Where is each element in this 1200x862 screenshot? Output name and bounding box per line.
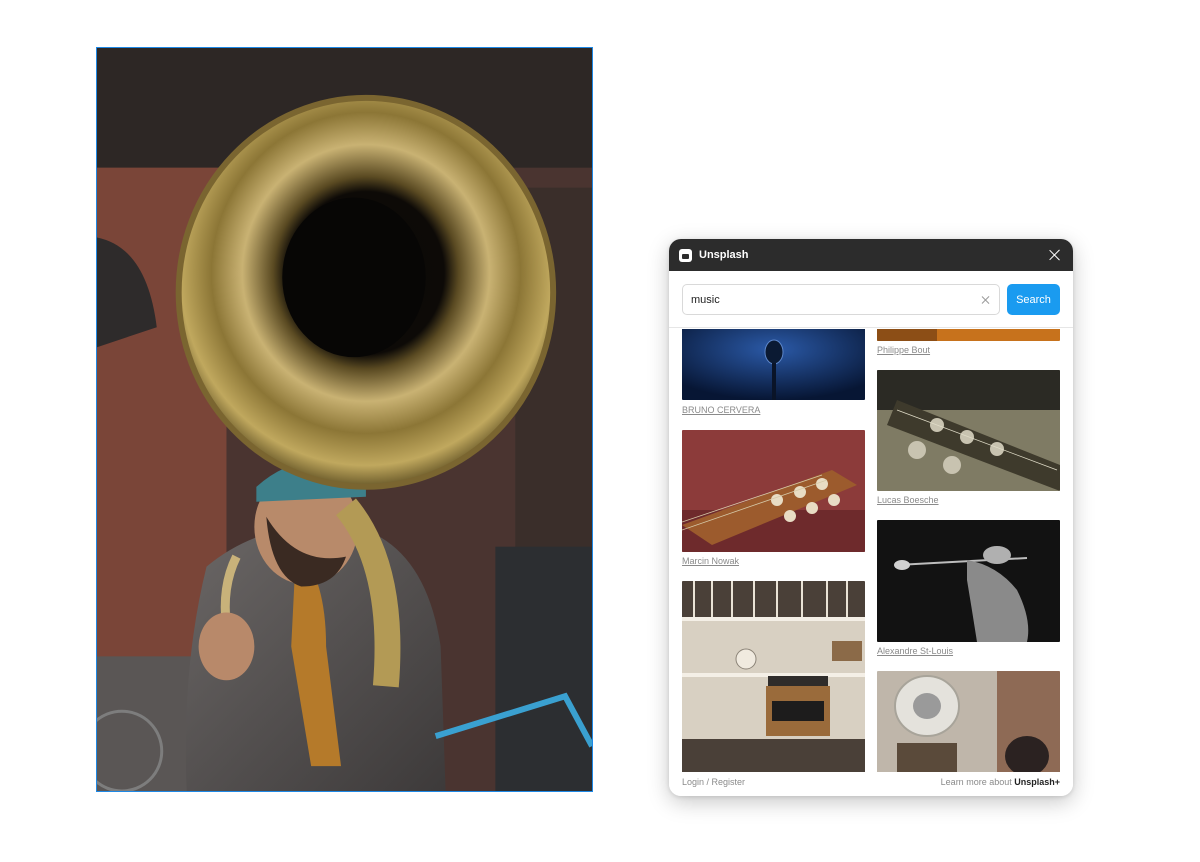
panel-footer: Login / Register Learn more about Unspla…: [669, 772, 1073, 796]
search-field-container[interactable]: [682, 284, 1000, 315]
result-image[interactable]: [682, 581, 865, 773]
sousaphone-player-photo: [97, 48, 592, 791]
result-credit[interactable]: Marcin Nowak: [682, 556, 739, 566]
guitar-tuners-photo: [877, 370, 1060, 491]
record-shelf-photo: [682, 581, 865, 773]
canvas-selected-image[interactable]: [96, 47, 593, 792]
result-image[interactable]: [682, 329, 865, 400]
result-credit[interactable]: Alexandre St-Louis: [877, 646, 953, 656]
result-credit[interactable]: BRUNO CERVERA: [682, 405, 760, 415]
sousaphone-street-photo: [877, 671, 1060, 773]
learn-more-link[interactable]: Learn more about Unsplash+: [941, 777, 1060, 787]
search-bar: Search: [669, 271, 1073, 328]
clear-search-icon[interactable]: [981, 295, 991, 305]
close-icon[interactable]: [1047, 247, 1063, 263]
result-credit[interactable]: Philippe Bout: [877, 345, 930, 355]
unsplash-logo-icon: [679, 248, 692, 262]
result-credit[interactable]: Lucas Boesche: [877, 495, 939, 505]
learn-more-text: Learn more about: [940, 777, 1012, 787]
login-register-link[interactable]: Login / Register: [682, 777, 745, 787]
panel-titlebar: Unsplash: [669, 239, 1073, 271]
orange-photo: [877, 329, 1060, 341]
panel-title: Unsplash: [699, 249, 749, 261]
result-image[interactable]: [877, 520, 1060, 642]
result-image[interactable]: [877, 329, 1060, 341]
search-button[interactable]: Search: [1007, 284, 1060, 315]
result-image[interactable]: [877, 370, 1060, 491]
unsplash-plus-label: Unsplash+: [1014, 777, 1060, 787]
microphone-photo: [682, 329, 865, 400]
search-input[interactable]: [691, 293, 981, 306]
result-image[interactable]: [877, 671, 1060, 773]
results-grid[interactable]: BRUNO CERVERA Marcin Nowak Philippe Bout…: [669, 329, 1073, 774]
guitarist-bw-photo: [877, 520, 1060, 642]
guitar-headstock-photo: [682, 430, 865, 552]
unsplash-plugin-panel: Unsplash Search BRUNO CERVERA: [669, 239, 1073, 796]
result-image[interactable]: [682, 430, 865, 552]
